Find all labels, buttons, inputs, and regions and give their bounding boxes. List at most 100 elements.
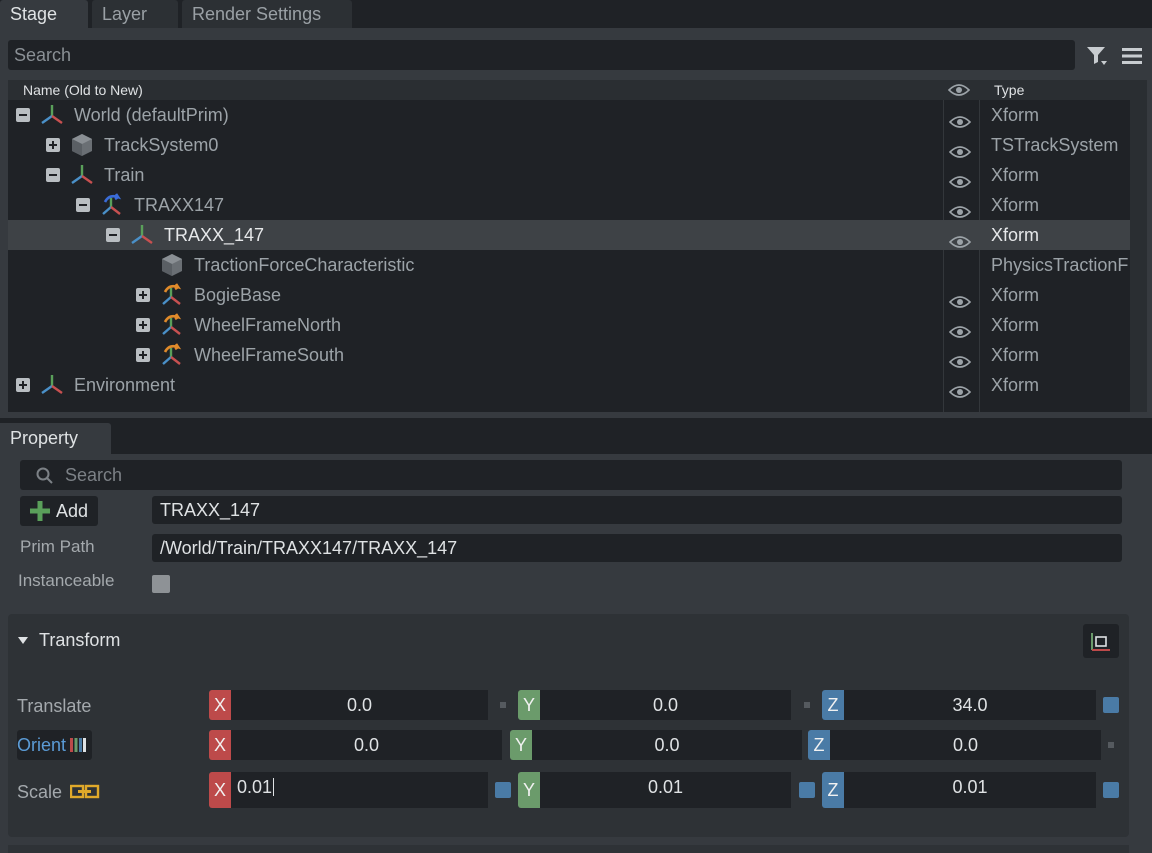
property-search-placeholder: Search <box>65 465 123 485</box>
scale-x-field[interactable]: 0.01 <box>231 772 488 808</box>
visibility-header-icon <box>948 84 970 96</box>
scale-z-axis: Z <box>822 772 844 808</box>
tree-row-type: Xform <box>991 375 1040 395</box>
scale-x-keyframe-button[interactable] <box>495 782 511 798</box>
tab-render-settings[interactable]: Render Settings <box>182 0 352 28</box>
instanceable-checkbox[interactable] <box>152 575 170 593</box>
tree-row[interactable]: TractionForceCharacteristic PhysicsTracti… <box>8 250 1130 280</box>
tree-row-label: World (defaultPrim) <box>74 105 229 125</box>
collapse-icon[interactable] <box>46 168 60 182</box>
scale-z-field[interactable]: 0.01 <box>844 772 1096 808</box>
tree-row[interactable]: TrackSystem0 TSTrackSystem <box>8 130 1130 160</box>
orient-z-field[interactable]: 0.0 <box>830 730 1101 760</box>
tree-row-type: Xform <box>991 165 1040 185</box>
cube-icon <box>160 253 184 277</box>
translate-keyframe-button[interactable] <box>1103 697 1119 713</box>
next-section-edge <box>8 845 1129 853</box>
orient-y-field[interactable]: 0.0 <box>532 730 802 760</box>
collapse-caret-icon[interactable] <box>18 637 28 644</box>
tree-row-type: Xform <box>991 225 1040 245</box>
search-icon <box>36 467 53 484</box>
xform-ref-orange-icon <box>160 283 184 307</box>
translate-y-axis: Y <box>518 690 540 720</box>
orient-label: Orient <box>17 735 67 755</box>
link-scale-icon[interactable] <box>70 784 100 800</box>
tree-row[interactable]: WheelFrameSouth Xform <box>8 340 1130 370</box>
tree-header: Name (Old to New) Type <box>8 80 1130 100</box>
tree-row-type: Xform <box>991 345 1040 365</box>
transform-gizmo-button[interactable] <box>1083 624 1119 658</box>
scale-y-field[interactable]: 0.01 <box>540 772 791 808</box>
orient-marker <box>1108 742 1114 748</box>
expand-icon[interactable] <box>136 288 150 302</box>
xform-ref-blue-icon <box>100 193 124 217</box>
collapse-icon[interactable] <box>76 198 90 212</box>
menu-icon[interactable] <box>1122 47 1142 65</box>
translate-x-field[interactable]: 0.0 <box>231 690 488 720</box>
visibility-eye-icon[interactable] <box>948 378 972 408</box>
stage-search-input[interactable]: Search <box>8 40 1075 70</box>
prim-path-field[interactable]: /World/Train/TRAXX147/TRAXX_147 <box>152 534 1122 562</box>
orient-x-field[interactable]: 0.0 <box>231 730 502 760</box>
expand-icon[interactable] <box>136 348 150 362</box>
tab-layer[interactable]: Layer <box>92 0 178 28</box>
expand-icon[interactable] <box>46 138 60 152</box>
tree-row-label: Train <box>104 165 145 185</box>
xform-icon <box>40 103 64 127</box>
expand-icon[interactable] <box>136 318 150 332</box>
scale-y-keyframe-button[interactable] <box>799 782 815 798</box>
tree-row[interactable]: Environment Xform <box>8 370 1130 400</box>
stage-tree: Name (Old to New) Type World (defaultPri… <box>8 80 1147 412</box>
translate-x-marker <box>500 702 506 708</box>
tree-scrollbar[interactable] <box>1130 80 1147 412</box>
tree-row-type: PhysicsTractionF <box>991 255 1129 275</box>
prim-path-label: Prim Path <box>20 537 95 556</box>
filter-icon[interactable] <box>1086 46 1108 66</box>
translate-z-field[interactable]: 34.0 <box>844 690 1096 720</box>
collapse-icon[interactable] <box>16 108 30 122</box>
window-tab-bar: Stage Layer Render Settings <box>0 0 1152 28</box>
property-search-input[interactable]: Search <box>20 460 1122 490</box>
tab-stage[interactable]: Stage <box>0 0 88 28</box>
tree-row[interactable]: TRAXX147 Xform <box>8 190 1130 220</box>
orient-label-box[interactable]: Orient <box>17 730 92 760</box>
add-label: Add <box>56 501 89 521</box>
scale-keyframe-button[interactable] <box>1103 782 1119 798</box>
prim-name-field[interactable]: TRAXX_147 <box>152 496 1122 524</box>
xform-ref-orange-icon <box>160 313 184 337</box>
header-name[interactable]: Name (Old to New) <box>23 80 143 100</box>
header-type[interactable]: Type <box>994 80 1024 100</box>
tree-row[interactable]: WheelFrameNorth Xform <box>8 310 1130 340</box>
orient-z-axis: Z <box>808 730 830 760</box>
xform-icon <box>130 223 154 247</box>
scale-y-axis: Y <box>518 772 540 808</box>
transform-title[interactable]: Transform <box>39 628 120 652</box>
translate-y-marker <box>804 702 810 708</box>
stage-panel: Search Name (Old to New) Type World (def… <box>0 28 1152 418</box>
plus-icon <box>30 501 50 521</box>
expand-icon[interactable] <box>16 378 30 392</box>
translate-x-axis: X <box>209 690 231 720</box>
tree-row[interactable]: Train Xform <box>8 160 1130 190</box>
tree-row-type: TSTrackSystem <box>991 135 1119 155</box>
xform-icon <box>40 373 64 397</box>
xform-icon <box>70 163 94 187</box>
tree-row-type: Xform <box>991 315 1040 335</box>
tree-row[interactable]: BogieBase Xform <box>8 280 1130 310</box>
xform-ref-orange-icon <box>160 343 184 367</box>
text-cursor <box>273 778 275 796</box>
collapse-icon[interactable] <box>106 228 120 242</box>
tree-row[interactable]: TRAXX_147 Xform <box>8 220 1130 250</box>
scale-label: Scale <box>17 782 63 802</box>
property-panel: Search Add TRAXX_147 Prim Path /World/Tr… <box>0 454 1152 853</box>
tree-row[interactable]: World (defaultPrim) Xform <box>8 100 1130 130</box>
translate-y-field[interactable]: 0.0 <box>540 690 791 720</box>
scale-x-value: 0.01 <box>237 777 273 797</box>
property-tab-bar: Property <box>0 418 1152 454</box>
tree-row-label: Environment <box>74 375 176 395</box>
tree-row-type: Xform <box>991 105 1040 125</box>
tab-property[interactable]: Property <box>0 423 111 454</box>
instanceable-label: Instanceable <box>18 571 115 590</box>
add-button[interactable]: Add <box>20 496 98 526</box>
tree-row-label: TractionForceCharacteristic <box>194 255 415 275</box>
